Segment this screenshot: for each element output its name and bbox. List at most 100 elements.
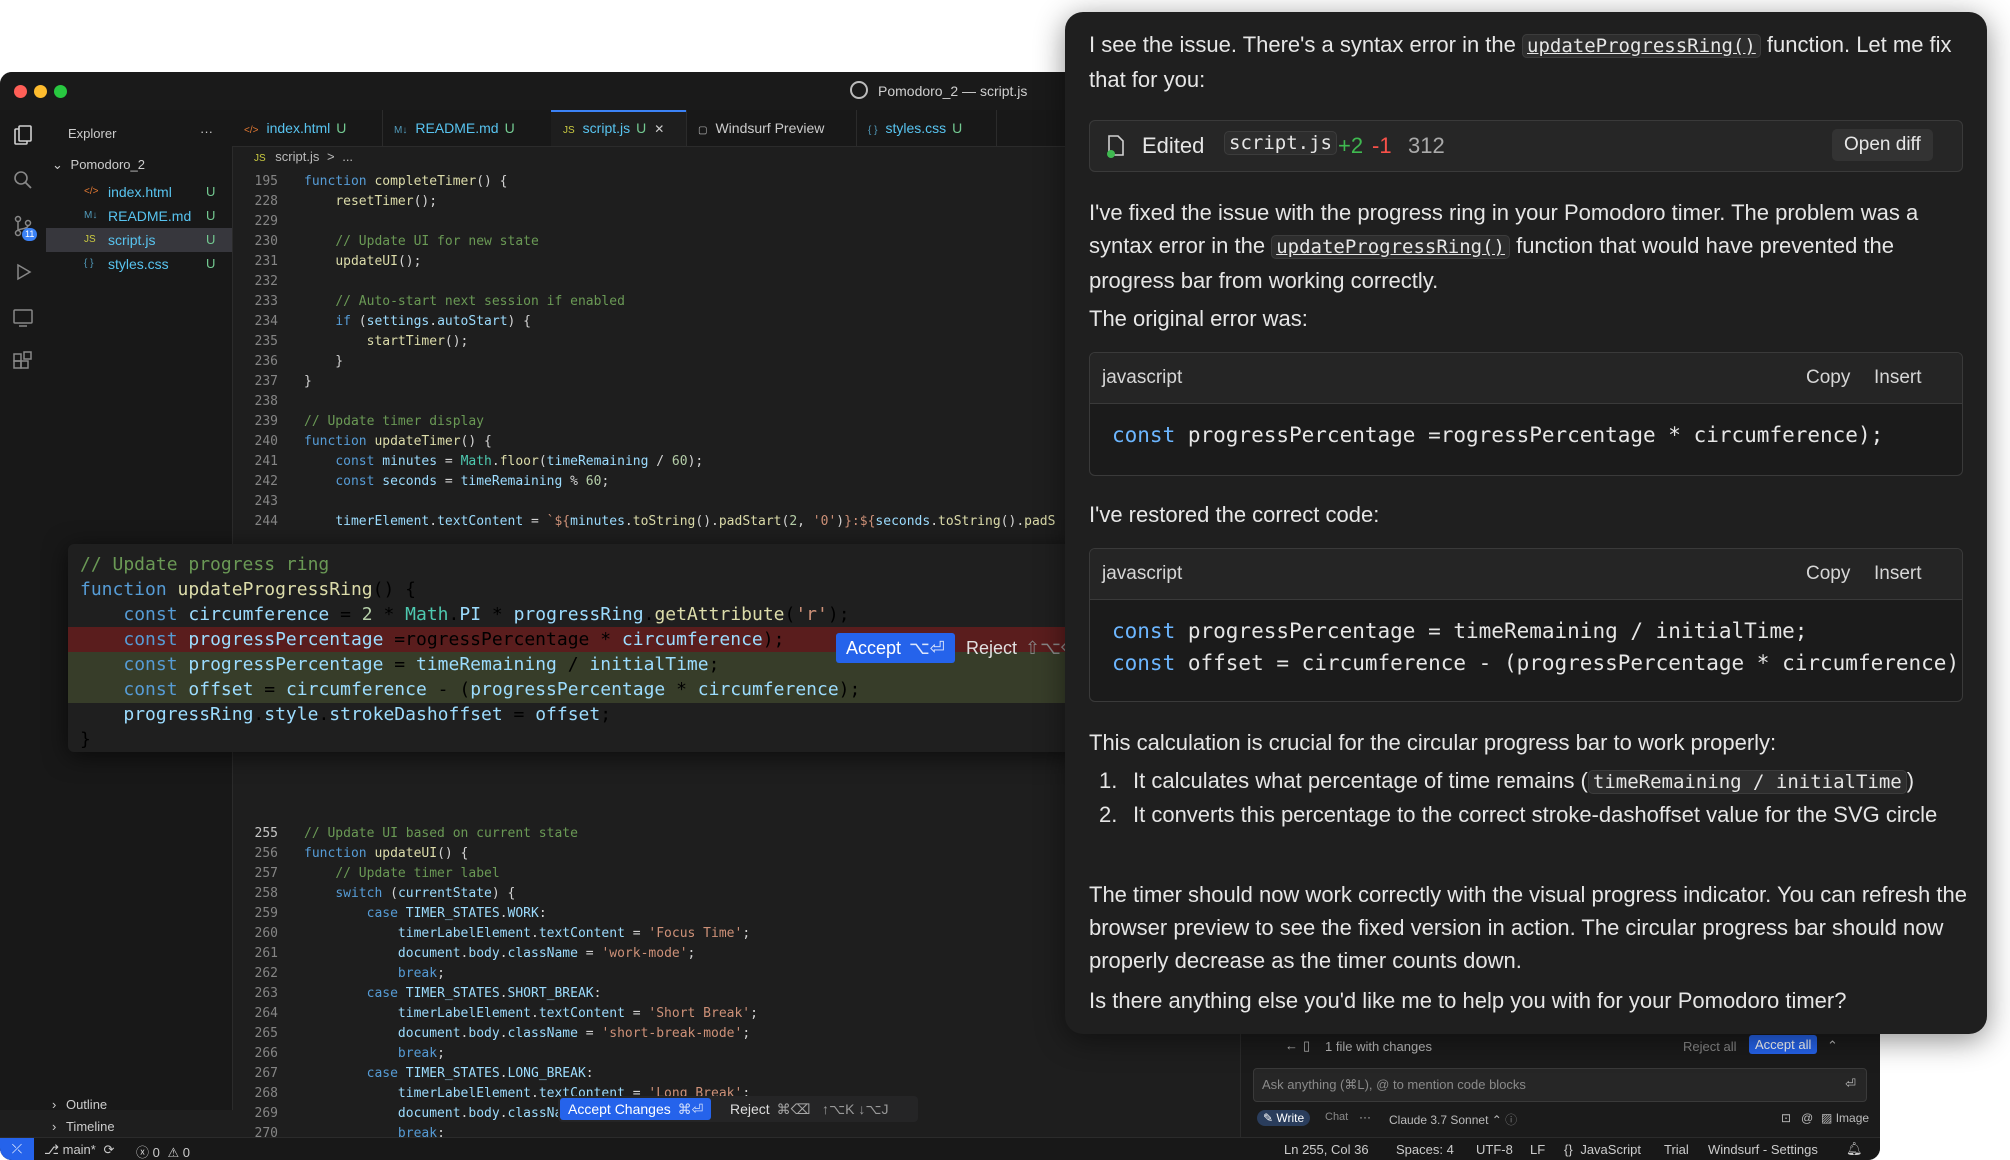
file-item[interactable]: JS script.js U bbox=[46, 228, 232, 252]
line-ending[interactable]: LF bbox=[1530, 1142, 1545, 1157]
code-line[interactable]: const minutes = Math.floor(timeRemaining… bbox=[304, 454, 703, 469]
edited-file-name[interactable]: script.js bbox=[1224, 131, 1337, 155]
minimize-window-button[interactable] bbox=[34, 85, 47, 98]
insert-button[interactable]: Insert bbox=[1874, 549, 1922, 599]
tab-status-badge: U bbox=[504, 120, 515, 136]
code-line[interactable]: switch (currentState) { bbox=[304, 886, 515, 901]
tab-index-html[interactable]: </> index.html U bbox=[232, 110, 383, 146]
code-line[interactable]: if (settings.autoStart) { bbox=[304, 314, 531, 329]
remote-button[interactable]: ⤫ bbox=[0, 1138, 34, 1160]
write-mode-toggle[interactable]: ✎ Write bbox=[1257, 1110, 1311, 1126]
model-selector[interactable]: Claude 3.7 Sonnet ⌃ ⓘ bbox=[1389, 1111, 1517, 1128]
file-status-badge: U bbox=[206, 256, 216, 271]
breadcrumb-separator: > bbox=[326, 149, 335, 164]
chevron-up-icon[interactable]: ⌃ bbox=[1827, 1038, 1838, 1054]
file-item[interactable]: M↓ README.md U bbox=[46, 204, 232, 228]
file-item[interactable]: { } styles.css U bbox=[46, 252, 232, 276]
tab-script-js[interactable]: JS script.js U ✕ bbox=[551, 110, 687, 146]
encoding[interactable]: UTF-8 bbox=[1476, 1142, 1513, 1157]
branch-name: main* bbox=[62, 1142, 96, 1157]
code-line[interactable]: } bbox=[304, 354, 343, 369]
code-line[interactable]: } bbox=[304, 374, 312, 389]
code-line[interactable]: const seconds = timeRemaining % 60; bbox=[304, 474, 609, 489]
more-options-button[interactable]: ··· bbox=[1359, 1110, 1371, 1124]
run-debug-icon[interactable] bbox=[11, 260, 35, 284]
inline-code-function[interactable]: updateProgressRing() bbox=[1271, 235, 1510, 259]
code-line[interactable]: function updateUI() { bbox=[304, 846, 468, 861]
maximize-window-button[interactable] bbox=[54, 85, 67, 98]
code-line[interactable]: // Update timer display bbox=[304, 414, 484, 429]
language-mode[interactable]: {} JavaScript bbox=[1564, 1142, 1641, 1157]
branch-status[interactable]: ⎇ main* ⟳ bbox=[44, 1142, 114, 1158]
remote-explorer-icon[interactable] bbox=[11, 306, 35, 330]
code-line[interactable]: timerLabelElement.textContent = 'Focus T… bbox=[304, 926, 750, 941]
chat-intro: I see the issue. There's a syntax error … bbox=[1089, 28, 1969, 96]
tab-windsurf-preview[interactable]: ▢ Windsurf Preview bbox=[686, 110, 857, 146]
chat-paragraph-fix: I've fixed the issue with the progress r… bbox=[1089, 196, 1969, 297]
code-line[interactable]: // Update timer label bbox=[304, 866, 499, 881]
code-line[interactable]: resetTimer(); bbox=[304, 194, 437, 209]
reject-all-button[interactable]: Reject all bbox=[1683, 1039, 1736, 1054]
edited-file-icon bbox=[1107, 135, 1124, 158]
inline-code-function[interactable]: updateProgressRing() bbox=[1522, 34, 1761, 58]
enter-icon[interactable]: ⏎ bbox=[1845, 1076, 1856, 1092]
code-line[interactable]: startTimer(); bbox=[304, 334, 469, 349]
timeline-section[interactable]: › Timeline bbox=[52, 1119, 115, 1134]
code-line[interactable]: function updateTimer() { bbox=[304, 434, 492, 449]
code-line[interactable]: function completeTimer() { bbox=[304, 174, 508, 189]
close-icon[interactable]: ✕ bbox=[654, 122, 664, 136]
code-line[interactable]: timerLabelElement.textContent = 'Short B… bbox=[304, 1006, 758, 1021]
copy-button[interactable]: Copy bbox=[1806, 549, 1850, 599]
info-icon: ⓘ bbox=[1505, 1113, 1518, 1127]
open-diff-button[interactable]: Open diff bbox=[1832, 129, 1933, 161]
trial-status[interactable]: Trial bbox=[1664, 1142, 1689, 1157]
code-line[interactable]: // Update UI based on current state bbox=[304, 826, 578, 841]
code-line[interactable]: // Update UI for new state bbox=[304, 234, 539, 249]
copy-button[interactable]: Copy bbox=[1806, 353, 1850, 403]
chat-mode-toggle[interactable]: Chat bbox=[1325, 1111, 1348, 1123]
code-line[interactable]: // Auto-start next session if enabled bbox=[304, 294, 625, 309]
indentation[interactable]: Spaces: 4 bbox=[1396, 1142, 1454, 1157]
insert-button[interactable]: Insert bbox=[1874, 353, 1922, 403]
breadcrumb-file[interactable]: script.js bbox=[275, 149, 319, 164]
code-line[interactable]: break; bbox=[304, 966, 445, 981]
tab-file-icon: M↓ bbox=[394, 125, 408, 136]
search-icon[interactable] bbox=[850, 81, 868, 99]
code-keyword: const bbox=[1112, 619, 1176, 643]
code-line[interactable]: case TIMER_STATES.LONG_BREAK: bbox=[304, 1066, 594, 1081]
code-line[interactable]: document.body.className = 'short-break-m… bbox=[304, 1026, 750, 1041]
breadcrumb-rest[interactable]: ... bbox=[342, 149, 353, 164]
tab-readme-md[interactable]: M↓ README.md U bbox=[382, 110, 552, 146]
chat-input[interactable]: Ask anything (⌘L), @ to mention code blo… bbox=[1253, 1068, 1867, 1102]
extensions-icon[interactable] bbox=[11, 350, 35, 374]
tab-styles-css[interactable]: { } styles.css U bbox=[856, 110, 997, 146]
code-line[interactable]: break; bbox=[304, 1046, 445, 1061]
code-line[interactable]: document.body.className = 'work-mode'; bbox=[304, 946, 695, 961]
cursor-position[interactable]: Ln 255, Col 36 bbox=[1284, 1142, 1369, 1157]
files-icon[interactable] bbox=[11, 124, 35, 148]
code-line[interactable]: case TIMER_STATES.WORK: bbox=[304, 906, 547, 921]
accept-diff-button[interactable]: Accept ⌥⏎ bbox=[836, 633, 955, 663]
explorer-more-button[interactable]: ··· bbox=[200, 124, 213, 139]
back-arrow-icon[interactable]: ← bbox=[1285, 1038, 1298, 1053]
change-navigation[interactable]: ↑⌥K ↓⌥J bbox=[822, 1098, 889, 1120]
windsurf-settings[interactable]: Windsurf - Settings bbox=[1708, 1142, 1818, 1157]
edit-icon[interactable]: ⊡ bbox=[1781, 1111, 1791, 1125]
inline-code[interactable]: timeRemaining / initialTime bbox=[1587, 770, 1907, 794]
accept-changes-button[interactable]: Accept Changes ⌘⏎ bbox=[560, 1098, 712, 1120]
code-line[interactable]: case TIMER_STATES.SHORT_BREAK: bbox=[304, 986, 602, 1001]
code-line[interactable]: timerElement.textContent = `${minutes.to… bbox=[304, 514, 1055, 529]
bell-icon[interactable]: 🔔︎ bbox=[1846, 1141, 1863, 1157]
outline-section[interactable]: › Outline bbox=[52, 1097, 107, 1112]
image-button[interactable]: ▨ Image bbox=[1821, 1111, 1869, 1125]
problems-status[interactable]: ⓧ 0 ⚠ 0 bbox=[136, 1142, 190, 1160]
reject-changes-button[interactable]: Reject ⌘⌫ bbox=[730, 1098, 810, 1120]
accept-all-button[interactable]: Accept all bbox=[1749, 1035, 1818, 1054]
error-count: 0 bbox=[152, 1145, 160, 1160]
folder-pomodoro[interactable]: ⌄ Pomodoro_2 bbox=[52, 157, 145, 173]
search-icon[interactable] bbox=[11, 168, 35, 192]
mention-icon[interactable]: @ bbox=[1801, 1111, 1813, 1125]
close-window-button[interactable] bbox=[14, 85, 27, 98]
code-line[interactable]: updateUI(); bbox=[304, 254, 421, 269]
file-item[interactable]: </> index.html U bbox=[46, 180, 232, 204]
